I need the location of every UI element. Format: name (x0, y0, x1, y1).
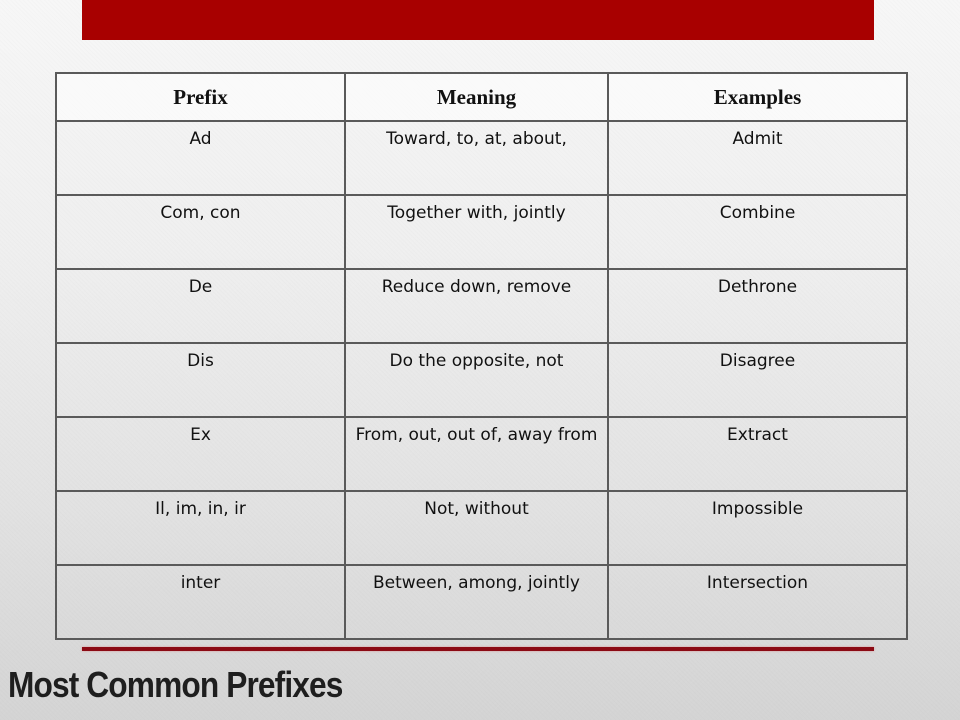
cell-example: Disagree (607, 342, 908, 418)
table-header-row: Prefix Meaning Examples (55, 72, 908, 122)
cell-meaning: Between, among, jointly (344, 564, 609, 640)
cell-example: Extract (607, 416, 908, 492)
cell-meaning: Toward, to, at, about, (344, 120, 609, 196)
cell-prefix: inter (55, 564, 346, 640)
column-header-meaning: Meaning (344, 72, 609, 122)
column-header-examples: Examples (607, 72, 908, 122)
cell-prefix: Com, con (55, 194, 346, 270)
table-row: Ad Toward, to, at, about, Admit (55, 120, 908, 196)
cell-example: Dethrone (607, 268, 908, 344)
cell-example: Intersection (607, 564, 908, 640)
cell-meaning: Not, without (344, 490, 609, 566)
cell-prefix: Il, im, in, ir (55, 490, 346, 566)
cell-meaning: From, out, out of, away from (344, 416, 609, 492)
cell-prefix: De (55, 268, 346, 344)
cell-meaning: Reduce down, remove (344, 268, 609, 344)
table-row: inter Between, among, jointly Intersecti… (55, 564, 908, 640)
top-accent-bar (82, 0, 874, 40)
table-row: Ex From, out, out of, away from Extract (55, 416, 908, 492)
slide-title: Most Common Prefixes (8, 664, 343, 705)
cell-example: Impossible (607, 490, 908, 566)
cell-example: Admit (607, 120, 908, 196)
table-row: Com, con Together with, jointly Combine (55, 194, 908, 270)
cell-prefix: Ad (55, 120, 346, 196)
table-row: De Reduce down, remove Dethrone (55, 268, 908, 344)
bottom-divider-rule (82, 647, 874, 651)
cell-example: Combine (607, 194, 908, 270)
cell-prefix: Dis (55, 342, 346, 418)
prefix-table: Prefix Meaning Examples Ad Toward, to, a… (55, 72, 908, 640)
table-row: Dis Do the opposite, not Disagree (55, 342, 908, 418)
table-row: Il, im, in, ir Not, without Impossible (55, 490, 908, 566)
column-header-prefix: Prefix (55, 72, 346, 122)
cell-meaning: Do the opposite, not (344, 342, 609, 418)
cell-prefix: Ex (55, 416, 346, 492)
cell-meaning: Together with, jointly (344, 194, 609, 270)
